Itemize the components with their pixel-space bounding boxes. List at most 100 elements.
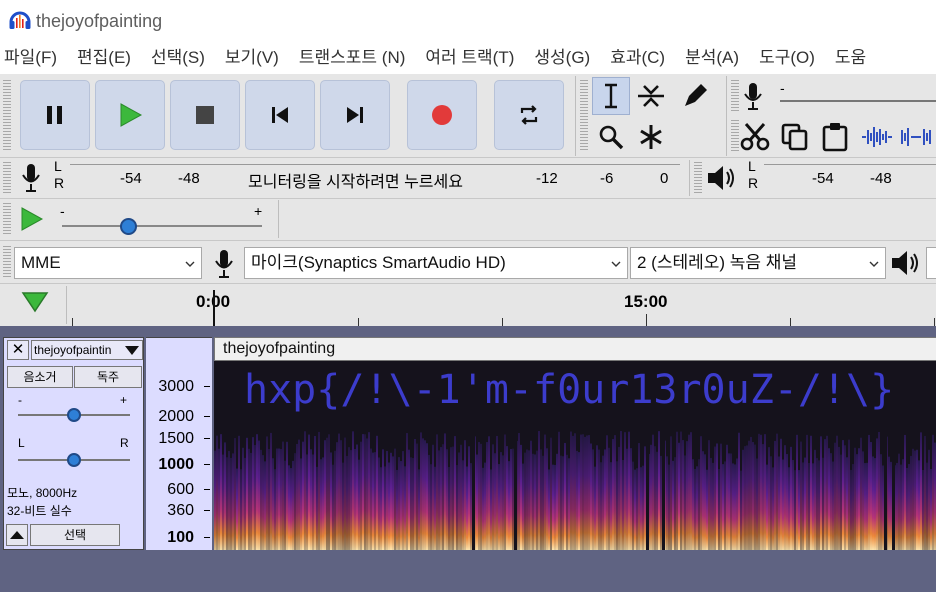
spectrogram-column: [440, 447, 442, 550]
spectrogram-column: [264, 461, 266, 550]
timeline-label-15min: 15:00: [624, 292, 668, 311]
selection-tool[interactable]: [592, 77, 630, 115]
paste-button[interactable]: [816, 118, 854, 156]
spectrogram-column: [688, 434, 690, 550]
toolbar-grip[interactable]: [3, 246, 11, 278]
spectrogram-column: [802, 462, 804, 550]
menu-tracks[interactable]: 여러 트랙(T): [425, 42, 514, 74]
menu-analyze[interactable]: 분석(A): [685, 42, 739, 74]
pan-slider-thumb[interactable]: [67, 453, 81, 467]
menu-transport[interactable]: 트랜스포트 (N): [299, 42, 406, 74]
spectrogram-column: [772, 467, 774, 550]
silence-button[interactable]: [898, 118, 936, 156]
record-button[interactable]: [407, 80, 477, 150]
menu-view[interactable]: 보기(V): [225, 42, 279, 74]
spectrogram-column: [366, 438, 368, 550]
toolbar-grip[interactable]: [580, 80, 588, 152]
spectrogram-column: [500, 452, 502, 550]
multi-tool[interactable]: [632, 118, 670, 156]
toolbar-separator: [278, 200, 279, 238]
spectrogram-column: [896, 462, 898, 550]
spectrogram-gap: [514, 421, 517, 550]
skip-start-button[interactable]: [245, 80, 315, 150]
menu-edit[interactable]: 편집(E): [77, 42, 131, 74]
menu-file[interactable]: 파일(F): [4, 42, 57, 74]
spectrogram-column: [244, 457, 246, 550]
record-meter-hint[interactable]: 모니터링을 시작하려면 누르세요: [248, 168, 463, 192]
timeline-options-icon[interactable]: [20, 290, 50, 314]
input-device-select[interactable]: 마이크(Synaptics SmartAudio HD): [244, 247, 628, 279]
close-track-button[interactable]: ✕: [7, 340, 29, 360]
timeline-ruler[interactable]: [0, 284, 936, 326]
speed-slider-thumb[interactable]: [120, 218, 137, 235]
spectrogram-column: [604, 449, 606, 550]
spectrogram-column: [434, 466, 436, 550]
spectrogram-column: [228, 450, 230, 550]
copy-button[interactable]: [776, 118, 814, 156]
toolbar-grip[interactable]: [3, 203, 11, 235]
menu-generate[interactable]: 생성(G): [534, 42, 590, 74]
spectrogram-column: [590, 443, 592, 550]
skip-end-button[interactable]: [320, 80, 390, 150]
spectrogram-hidden-text: hxp{/!\-1'm-f0ur13r0uZ-/!\}: [244, 367, 894, 413]
spectrogram-column: [634, 469, 636, 550]
cut-button[interactable]: [736, 118, 774, 156]
frequency-ruler[interactable]: 3000 2000 1500 1000 600 360 100: [146, 337, 212, 550]
spectrogram-column: [916, 449, 918, 550]
spectrogram-column: [744, 446, 746, 550]
spectrogram-column: [304, 431, 306, 550]
toolbar-grip[interactable]: [731, 80, 739, 112]
play-tick-48: -48: [870, 170, 892, 187]
spectrogram-column: [800, 441, 802, 550]
spectrogram-column: [632, 461, 634, 550]
solo-button[interactable]: 독주: [74, 366, 142, 388]
spectrogram-column: [786, 454, 788, 550]
spectrogram-column: [882, 465, 884, 550]
track-name-menu-button[interactable]: thejoyofpaintin: [31, 340, 143, 360]
spectrogram-column: [400, 461, 402, 550]
playback-meter[interactable]: [764, 164, 936, 194]
spectrogram-column: [678, 442, 680, 550]
speed-slider-track[interactable]: [62, 225, 262, 227]
spectrogram-column: [236, 468, 238, 550]
collapse-triangle-icon: [10, 531, 24, 539]
spectrogram-column: [770, 456, 772, 550]
trim-button[interactable]: [858, 118, 896, 156]
spectrogram-column: [320, 459, 322, 550]
gain-slider-thumb[interactable]: [67, 408, 81, 422]
toolbar-grip[interactable]: [3, 80, 11, 152]
spectrogram-column: [830, 453, 832, 550]
spectrogram-column: [642, 465, 644, 550]
output-device-select[interactable]: [926, 247, 936, 279]
output-device-speaker-icon: [892, 251, 918, 275]
play-at-speed-icon[interactable]: [18, 205, 46, 233]
mute-button[interactable]: 음소거: [7, 366, 73, 388]
stop-button[interactable]: [170, 80, 240, 150]
menu-tools[interactable]: 도구(O): [759, 42, 815, 74]
rec-volume-slider[interactable]: [780, 100, 936, 102]
menu-select[interactable]: 선택(S): [151, 42, 205, 74]
toolbar-grip[interactable]: [3, 162, 11, 194]
spectrogram-column: [342, 462, 344, 550]
spectrogram-column: [922, 469, 924, 550]
loop-button[interactable]: [494, 80, 564, 150]
zoom-tool[interactable]: [592, 118, 630, 156]
menu-effect[interactable]: 효과(C): [610, 42, 665, 74]
spectrogram-column: [858, 448, 860, 550]
spectrogram-column: [270, 432, 272, 550]
audio-host-select[interactable]: MME: [14, 247, 202, 279]
spectrogram-column: [436, 434, 438, 550]
menu-help[interactable]: 도움: [835, 42, 866, 74]
collapse-track-button[interactable]: [6, 524, 28, 546]
spectrogram-view[interactable]: hxp{/!\-1'm-f0ur13r0uZ-/!\}: [214, 361, 936, 550]
envelope-tool[interactable]: [632, 77, 670, 115]
clip-title-bar[interactable]: thejoyofpainting: [214, 337, 936, 361]
skip-start-icon: [272, 107, 288, 123]
input-channels-select[interactable]: 2 (스테레오) 녹음 채널: [630, 247, 886, 279]
play-button[interactable]: [95, 80, 165, 150]
toolbar-grip[interactable]: [694, 162, 702, 194]
pause-button[interactable]: [20, 80, 90, 150]
select-track-button[interactable]: 선택: [30, 524, 120, 546]
draw-tool[interactable]: [676, 77, 714, 115]
spectrogram-column: [754, 444, 756, 550]
